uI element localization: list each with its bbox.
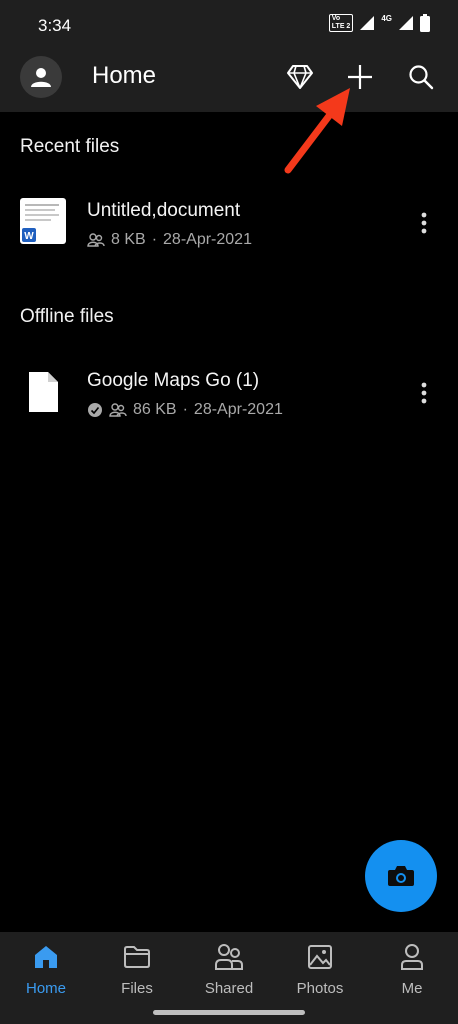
list-item[interactable]: W Untitled,document 8 KB · 28-Apr-2021 — [0, 188, 458, 258]
status-icons: Vo LTE 2 4G — [328, 14, 430, 32]
camera-scan-button[interactable] — [365, 840, 437, 912]
volte-icon: Vo LTE 2 — [328, 14, 354, 32]
diamond-icon — [287, 65, 313, 89]
network-type: 4G — [381, 14, 392, 23]
nav-me[interactable]: Me — [372, 942, 452, 1002]
recent-files-heading: Recent files — [20, 136, 120, 157]
file-meta: 8 KB · 28-Apr-2021 — [87, 231, 252, 249]
generic-file-icon — [20, 368, 66, 414]
nav-label: Files — [121, 980, 153, 997]
file-meta: 86 KB · 28-Apr-2021 — [87, 401, 283, 419]
signal-icon — [360, 16, 375, 30]
file-name: Untitled,document — [87, 200, 241, 221]
person-icon — [31, 68, 51, 87]
file-date: 28-Apr-2021 — [163, 231, 252, 248]
shared-people-icon — [87, 233, 105, 247]
nav-photos[interactable]: Photos — [280, 942, 360, 1002]
nav-files[interactable]: Files — [97, 942, 177, 1002]
shared-people-icon — [214, 942, 244, 972]
word-document-thumbnail: W — [20, 198, 66, 244]
search-button[interactable] — [406, 62, 436, 92]
nav-label: Me — [401, 980, 423, 997]
status-bar: 3:34 Vo LTE 2 4G — [0, 0, 458, 52]
offline-files-heading: Offline files — [20, 306, 114, 327]
status-time: 3:34 — [38, 16, 72, 35]
person-icon — [397, 942, 427, 972]
page-title: Home — [92, 62, 157, 89]
avatar[interactable] — [20, 56, 62, 98]
offline-check-icon — [88, 403, 102, 417]
premium-button[interactable] — [285, 62, 315, 92]
shared-people-icon — [109, 403, 127, 417]
nav-shared[interactable]: Shared — [189, 942, 269, 1002]
folder-icon — [122, 942, 152, 972]
nav-label: Photos — [296, 980, 344, 997]
add-button[interactable] — [345, 62, 375, 92]
svg-text:W: W — [24, 231, 34, 242]
search-icon — [409, 65, 434, 90]
gesture-bar[interactable] — [153, 1010, 305, 1015]
nav-label: Home — [25, 980, 66, 997]
more-options-button[interactable] — [416, 378, 432, 408]
more-options-button[interactable] — [416, 208, 432, 238]
more-vertical-icon — [421, 212, 427, 234]
app-bar: Home — [0, 52, 458, 112]
nav-label: Shared — [204, 980, 254, 997]
signal-icon-2 — [399, 16, 413, 30]
file-date: 28-Apr-2021 — [193, 401, 283, 418]
home-icon — [31, 942, 61, 972]
file-size: 8 KB — [111, 231, 146, 248]
file-size: 86 KB — [133, 401, 177, 418]
list-item[interactable]: Google Maps Go (1) 86 KB · 28-Apr-2021 — [0, 358, 458, 428]
file-name: Google Maps Go (1) — [87, 370, 260, 391]
more-vertical-icon — [421, 382, 427, 404]
nav-home[interactable]: Home — [6, 942, 86, 1002]
plus-icon — [348, 65, 372, 89]
photo-icon — [305, 942, 335, 972]
camera-icon — [388, 866, 414, 886]
battery-icon — [420, 14, 430, 32]
